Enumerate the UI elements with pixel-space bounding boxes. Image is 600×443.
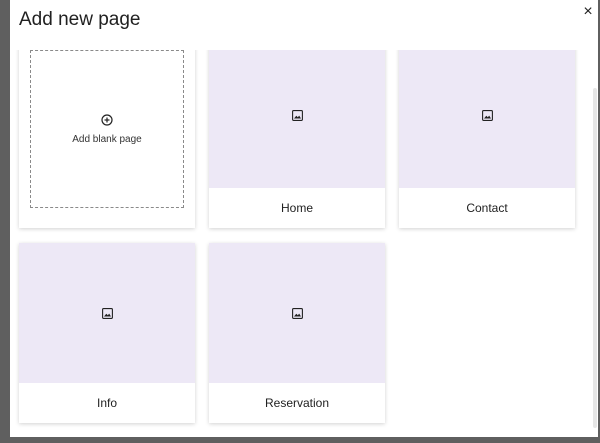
page-card-reservation[interactable]: Reservation	[209, 243, 385, 423]
blank-page-dropzone: Add blank page	[30, 50, 184, 208]
page-preview	[19, 243, 195, 383]
image-icon	[291, 307, 303, 319]
page-card-label: Home	[280, 201, 313, 215]
page-card-label: Contact	[466, 201, 508, 215]
add-page-dialog: Add new page × Add blank page Home Conta…	[10, 0, 598, 437]
page-template-grid[interactable]: Add blank page Home Contact Info Reserva…	[10, 50, 598, 437]
page-card-info[interactable]: Info	[19, 243, 195, 423]
close-button[interactable]: ×	[581, 4, 595, 20]
add-blank-page-label: Add blank page	[72, 133, 142, 145]
image-icon	[481, 109, 493, 121]
page-card-home[interactable]: Home	[209, 50, 385, 228]
page-card-label: Reservation	[264, 396, 330, 410]
page-card-contact[interactable]: Contact	[399, 50, 575, 228]
scrollbar-thumb[interactable]	[593, 88, 597, 428]
image-icon	[101, 307, 113, 319]
scrollbar[interactable]	[592, 50, 598, 437]
page-card-label: Info	[96, 396, 117, 410]
page-preview	[209, 243, 385, 383]
plus-circle-icon	[101, 113, 113, 126]
page-preview	[399, 50, 575, 188]
page-preview	[209, 50, 385, 188]
image-icon	[291, 109, 303, 121]
add-blank-page-card[interactable]: Add blank page	[19, 50, 195, 228]
dialog-title: Add new page	[19, 9, 141, 30]
